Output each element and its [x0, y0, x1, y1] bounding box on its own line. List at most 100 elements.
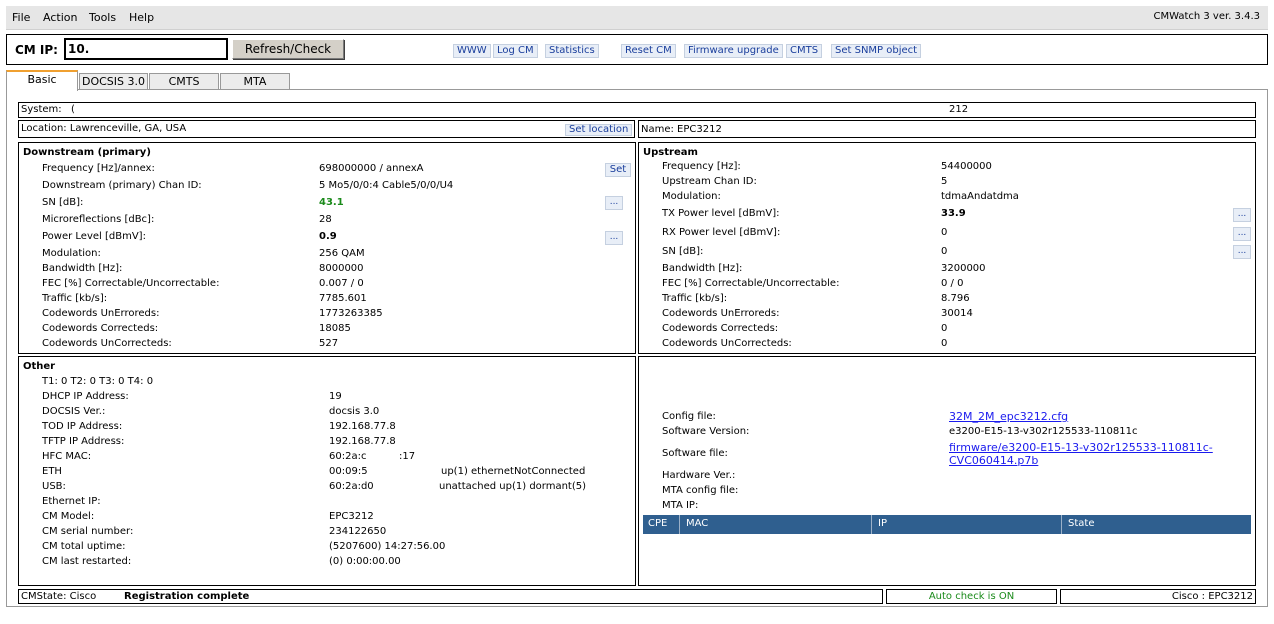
cpe-col-state: State: [1068, 518, 1095, 529]
tab-strip: Basic DOCSIS 3.0 CMTS MTA: [6, 70, 1268, 91]
other-row-value: 60:2a:c: [329, 451, 367, 462]
ds-row-value: 0.9: [319, 231, 337, 242]
other-row-label: ETH: [42, 466, 62, 477]
other-row-label: DOCSIS Ver.:: [42, 406, 106, 417]
ds-row-label: Traffic [kb/s]:: [42, 293, 108, 304]
other-row-label: DHCP IP Address:: [42, 391, 129, 402]
system-value-suffix: 212: [949, 104, 969, 115]
ds-row-label: SN [dB]:: [42, 197, 84, 208]
ds-row-label: Downstream (primary) Chan ID:: [42, 180, 202, 191]
other-row-label: Ethernet IP:: [42, 496, 101, 507]
reset-cm-button[interactable]: Reset CM: [621, 44, 676, 58]
other-row-label: TOD IP Address:: [42, 421, 123, 432]
tab-basic[interactable]: Basic: [6, 70, 78, 91]
cmstate-label: CMState: Cisco: [21, 591, 97, 602]
other-row-label: TFTP IP Address:: [42, 436, 125, 447]
sn-details-button[interactable]: ...: [605, 196, 623, 210]
ds-row-value: 0.007 / 0: [319, 278, 364, 289]
refresh-check-button[interactable]: Refresh/Check: [232, 39, 344, 59]
set-snmp-button[interactable]: Set SNMP object: [831, 44, 922, 58]
name-label: Name: EPC3212: [641, 124, 722, 135]
ds-row-label: Microreflections [dBc]:: [42, 214, 155, 225]
ds-row-label: Frequency [Hz]/annex:: [42, 163, 155, 174]
other-row-value: (0) 0:00:00.00: [329, 556, 401, 567]
tx-power-details-button[interactable]: ...: [1233, 208, 1251, 222]
set-frequency-button[interactable]: Set: [605, 163, 631, 177]
us-row-value: 0: [941, 338, 948, 349]
other-row-value: (5207600) 14:27:56.00: [329, 541, 446, 552]
us-row-label: SN [dB]:: [662, 246, 704, 257]
other-row-value: EPC3212: [329, 511, 374, 522]
config-panel: Config file: 32M_2M_epc3212.cfg Software…: [638, 356, 1256, 586]
sw-version-label: Software Version:: [662, 426, 750, 437]
sw-file-link-line1[interactable]: firmware/e3200-E15-13-v302r125533-110811…: [949, 441, 1213, 454]
system-value-prefix: (: [71, 104, 75, 115]
us-row-value: 0 / 0: [941, 278, 964, 289]
ds-row-value: 1773263385: [319, 308, 383, 319]
cpe-table-header: CPE MAC IP State: [643, 515, 1251, 534]
system-label: System:: [21, 104, 62, 115]
www-button[interactable]: WWW: [453, 44, 491, 58]
ds-row-label: Modulation:: [42, 248, 101, 259]
other-row-label: USB:: [42, 481, 66, 492]
cmts-button[interactable]: CMTS: [786, 44, 823, 58]
log-cm-button[interactable]: Log CM: [493, 44, 538, 58]
rx-power-details-button[interactable]: ...: [1233, 227, 1251, 241]
other-row-label: CM serial number:: [42, 526, 134, 537]
device-status: Cisco : EPC3212: [1060, 589, 1256, 604]
us-row-value: 33.9: [941, 208, 966, 219]
location-label: Location: Lawrenceville, GA, USA: [21, 123, 187, 134]
us-row-value: 3200000: [941, 263, 986, 274]
ds-row-label: FEC [%] Correctable/Uncorrectable:: [42, 278, 220, 289]
mta-ip-label: MTA IP:: [662, 500, 699, 511]
power-details-button[interactable]: ...: [605, 231, 623, 245]
menu-tools[interactable]: Tools: [89, 11, 116, 24]
us-row-label: Modulation:: [662, 191, 721, 202]
other-row-value-extra: :17: [399, 451, 416, 462]
menu-bar: File Action Tools Help CMWatch 3 ver. 3.…: [6, 6, 1268, 30]
cmstate-status: CMState: Cisco Registration complete: [18, 589, 883, 604]
toolbar: CM IP: 10. Refresh/Check WWW Log CM Stat…: [6, 34, 1268, 65]
other-row-value: 00:09:5: [329, 466, 368, 477]
firmware-upgrade-button[interactable]: Firmware upgrade: [684, 44, 783, 58]
us-row-label: TX Power level [dBmV]:: [662, 208, 780, 219]
us-row-label: Traffic [kb/s]:: [662, 293, 728, 304]
ds-row-value: 527: [319, 338, 339, 349]
sw-file-link-line2[interactable]: CVC060414.p7b: [949, 454, 1038, 467]
ds-row-label: Bandwidth [Hz]:: [42, 263, 123, 274]
other-row-value: 192.168.77.8: [329, 421, 396, 432]
us-row-label: FEC [%] Correctable/Uncorrectable:: [662, 278, 840, 289]
set-location-button[interactable]: Set location: [565, 124, 633, 136]
cpe-col-cpe: CPE: [648, 518, 668, 529]
location-row: Location: Lawrenceville, GA, USA Set loc…: [18, 120, 635, 138]
ds-row-value: 698000000 / annexA: [319, 163, 424, 174]
us-row-label: RX Power level [dBmV]:: [662, 227, 781, 238]
downstream-title: Downstream (primary): [23, 147, 151, 158]
auto-check-status: Auto check is ON: [886, 589, 1057, 604]
menu-action[interactable]: Action: [43, 11, 77, 24]
config-file-link[interactable]: 32M_2M_epc3212.cfg: [949, 410, 1068, 423]
us-sn-details-button[interactable]: ...: [1233, 245, 1251, 259]
other-panel: Other T1: 0 T2: 0 T3: 0 T4: 0 DHCP IP Ad…: [18, 356, 636, 586]
us-row-value: 0: [941, 227, 948, 238]
statistics-button[interactable]: Statistics: [545, 44, 599, 58]
cpe-col-ip: IP: [878, 518, 887, 529]
ds-row-label: Codewords UnCorrecteds:: [42, 338, 172, 349]
other-row-label: HFC MAC:: [42, 451, 92, 462]
mta-config-label: MTA config file:: [662, 485, 739, 496]
other-row-value-extra: up(1) ethernetNotConnected: [441, 466, 586, 477]
other-row-value: 234122650: [329, 526, 387, 537]
other-row-value: docsis 3.0: [329, 406, 380, 417]
menu-help[interactable]: Help: [129, 11, 154, 24]
ds-row-value: 7785.601: [319, 293, 367, 304]
other-row-label: CM last restarted:: [42, 556, 132, 567]
cm-ip-input[interactable]: 10.: [64, 38, 228, 60]
ds-row-label: Codewords UnErroreds:: [42, 308, 160, 319]
us-row-label: Bandwidth [Hz]:: [662, 263, 743, 274]
menu-file[interactable]: File: [12, 11, 30, 24]
ds-row-value: 28: [319, 214, 332, 225]
sw-file-label: Software file:: [662, 448, 728, 459]
ds-row-value: 43.1: [319, 197, 344, 208]
other-row-value: 19: [329, 391, 342, 402]
us-row-label: Codewords UnCorrecteds:: [662, 338, 792, 349]
